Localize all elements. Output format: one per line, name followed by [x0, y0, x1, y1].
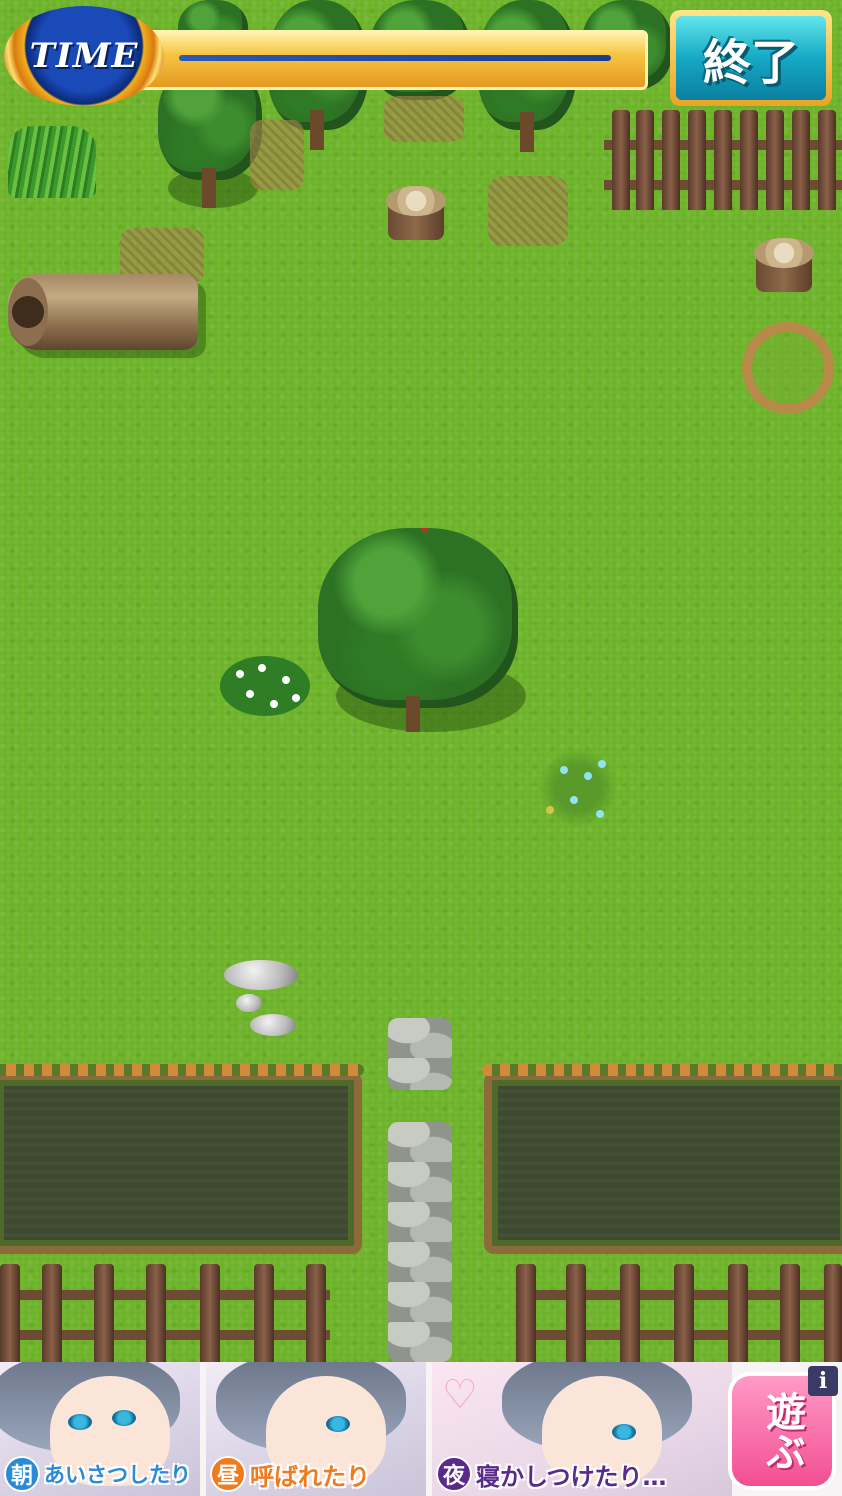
- badge-night: 夜: [436, 1456, 472, 1492]
- character-eye: [68, 1414, 92, 1430]
- ad-info-icon[interactable]: i: [808, 1366, 838, 1396]
- ad-banner[interactable]: 朝 あいさつしたり 昼 呼ばれたり ♡ 夜 寝かしつけたり… 遊ぶ: [0, 1362, 842, 1496]
- caption-night: 寝かしつけたり…: [476, 1462, 668, 1491]
- rock: [236, 994, 262, 1012]
- fence-post: [766, 110, 784, 210]
- dirt-patch: [384, 96, 464, 142]
- time-bar: [130, 30, 648, 90]
- flower: [546, 806, 554, 814]
- fence-post: [94, 1264, 114, 1362]
- flower: [598, 760, 606, 768]
- play-button-label: 遊ぶ: [759, 1391, 805, 1471]
- fence-post: [728, 1264, 748, 1362]
- fence-post: [306, 1264, 326, 1362]
- badge-morning: 朝: [4, 1456, 40, 1492]
- fence-post: [200, 1264, 220, 1362]
- fence-post: [636, 110, 654, 210]
- fence-post: [714, 110, 732, 210]
- badge-noon: 昼: [210, 1456, 246, 1492]
- fence-post: [516, 1264, 536, 1362]
- stone-path: [388, 1122, 452, 1362]
- pond-right: [482, 1064, 842, 1254]
- fallen-log: [8, 274, 198, 350]
- tree-stump: [376, 186, 456, 256]
- central-tree[interactable]: [318, 528, 518, 708]
- tree-marker: [422, 528, 428, 532]
- fence-post: [0, 1264, 20, 1362]
- character-eye: [326, 1416, 350, 1432]
- fence-post: [674, 1264, 694, 1362]
- fence-post: [566, 1264, 586, 1362]
- fence-post: [818, 110, 836, 210]
- fence-post: [824, 1264, 842, 1362]
- flower: [292, 694, 300, 702]
- dirt-ring: [742, 322, 834, 414]
- fence-post: [780, 1264, 800, 1362]
- fence-post: [42, 1264, 62, 1362]
- heart-icon: ♡: [442, 1372, 478, 1418]
- blue-flower-patch[interactable]: [538, 748, 618, 828]
- fence-post: [792, 110, 810, 210]
- fence-post: [740, 110, 758, 210]
- ad-panel-noon[interactable]: 昼 呼ばれたり: [206, 1362, 426, 1496]
- tree-trunk: [406, 696, 420, 732]
- ad-panel-morning[interactable]: 朝 あいさつしたり: [0, 1362, 200, 1496]
- character-eye: [612, 1424, 636, 1440]
- flower: [236, 670, 244, 678]
- tall-grass: [8, 126, 96, 198]
- end-button[interactable]: 終了: [670, 10, 832, 106]
- end-button-label: 終了: [702, 35, 799, 91]
- fence-post: [612, 110, 630, 210]
- flower: [570, 796, 578, 804]
- flower: [596, 810, 604, 818]
- tree-stump: [744, 238, 824, 308]
- caption-morning: あいさつしたり: [44, 1463, 192, 1488]
- character-eye: [112, 1410, 136, 1426]
- fence-post: [688, 110, 706, 210]
- time-label: TIME: [29, 36, 139, 76]
- rock: [250, 1014, 296, 1036]
- flower: [282, 676, 290, 684]
- tree-trunk: [202, 168, 216, 208]
- flower: [246, 690, 254, 698]
- ad-panel-night[interactable]: ♡ 夜 寝かしつけたり…: [432, 1362, 732, 1496]
- caption-noon: 呼ばれたり: [250, 1462, 371, 1491]
- flower: [270, 700, 278, 708]
- stone-path: [388, 1018, 452, 1090]
- fence-post: [620, 1264, 640, 1362]
- fence-post: [662, 110, 680, 210]
- dirt-patch: [488, 176, 568, 246]
- flower: [560, 766, 568, 774]
- rock: [224, 960, 298, 990]
- tree-trunk: [310, 110, 324, 150]
- end-button-face[interactable]: 終了: [676, 16, 826, 100]
- time-badge: TIME: [4, 6, 164, 106]
- game-field[interactable]: [0, 0, 842, 1362]
- flower: [584, 772, 592, 780]
- dirt-patch: [250, 120, 304, 190]
- tree-trunk: [520, 112, 534, 152]
- pond-left: [0, 1064, 364, 1254]
- fence-post: [146, 1264, 166, 1362]
- fence-post: [254, 1264, 274, 1362]
- flower: [258, 664, 266, 672]
- time-remaining-fill: [179, 55, 611, 61]
